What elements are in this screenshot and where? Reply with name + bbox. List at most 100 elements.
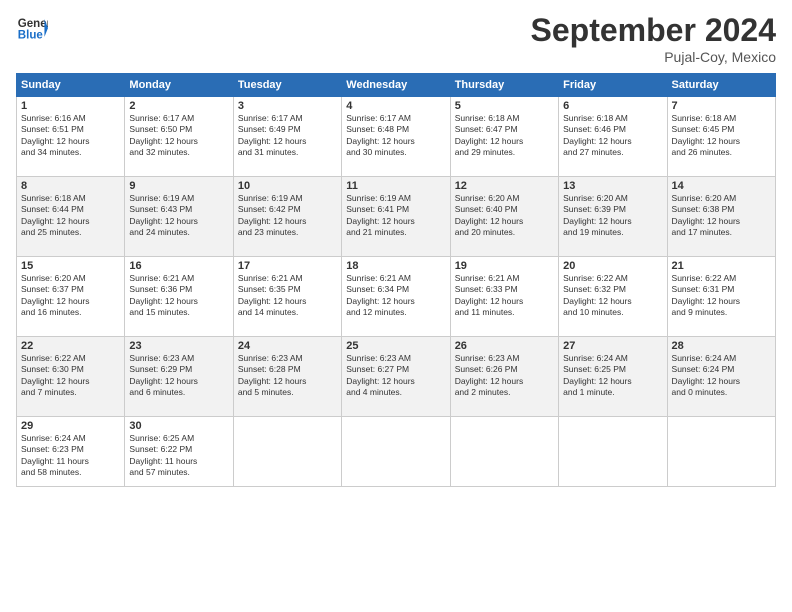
day-number: 26 [455,340,554,352]
day-number: 28 [672,340,771,352]
day-info: Sunrise: 6:21 AMSunset: 6:36 PMDaylight:… [129,273,228,319]
calendar-table: SundayMondayTuesdayWednesdayThursdayFrid… [16,73,776,487]
col-header-friday: Friday [559,74,667,97]
day-info: Sunrise: 6:18 AMSunset: 6:47 PMDaylight:… [455,113,554,159]
calendar-cell [342,417,450,487]
day-number: 15 [21,260,120,272]
calendar-page: General Blue September 2024 Pujal-Coy, M… [0,0,792,612]
day-number: 21 [672,260,771,272]
day-info: Sunrise: 6:22 AMSunset: 6:30 PMDaylight:… [21,353,120,399]
day-info: Sunrise: 6:20 AMSunset: 6:38 PMDaylight:… [672,193,771,239]
day-number: 12 [455,180,554,192]
day-info: Sunrise: 6:17 AMSunset: 6:48 PMDaylight:… [346,113,445,159]
day-info: Sunrise: 6:18 AMSunset: 6:44 PMDaylight:… [21,193,120,239]
day-number: 30 [129,420,228,432]
day-info: Sunrise: 6:25 AMSunset: 6:22 PMDaylight:… [129,433,228,479]
day-info: Sunrise: 6:23 AMSunset: 6:29 PMDaylight:… [129,353,228,399]
col-header-monday: Monday [125,74,233,97]
calendar-cell: 25Sunrise: 6:23 AMSunset: 6:27 PMDayligh… [342,337,450,417]
day-number: 29 [21,420,120,432]
calendar-cell: 11Sunrise: 6:19 AMSunset: 6:41 PMDayligh… [342,177,450,257]
day-info: Sunrise: 6:23 AMSunset: 6:28 PMDaylight:… [238,353,337,399]
day-info: Sunrise: 6:22 AMSunset: 6:31 PMDaylight:… [672,273,771,319]
calendar-cell: 3Sunrise: 6:17 AMSunset: 6:49 PMDaylight… [233,97,341,177]
calendar-cell: 7Sunrise: 6:18 AMSunset: 6:45 PMDaylight… [667,97,775,177]
day-number: 14 [672,180,771,192]
day-info: Sunrise: 6:23 AMSunset: 6:27 PMDaylight:… [346,353,445,399]
calendar-cell: 16Sunrise: 6:21 AMSunset: 6:36 PMDayligh… [125,257,233,337]
calendar-cell: 15Sunrise: 6:20 AMSunset: 6:37 PMDayligh… [17,257,125,337]
day-info: Sunrise: 6:21 AMSunset: 6:34 PMDaylight:… [346,273,445,319]
day-number: 22 [21,340,120,352]
day-number: 5 [455,100,554,112]
day-number: 23 [129,340,228,352]
day-number: 25 [346,340,445,352]
logo: General Blue [16,12,48,44]
logo-icon: General Blue [16,12,48,44]
day-number: 11 [346,180,445,192]
calendar-cell: 5Sunrise: 6:18 AMSunset: 6:47 PMDaylight… [450,97,558,177]
calendar-cell: 29Sunrise: 6:24 AMSunset: 6:23 PMDayligh… [17,417,125,487]
day-info: Sunrise: 6:20 AMSunset: 6:39 PMDaylight:… [563,193,662,239]
calendar-cell: 23Sunrise: 6:23 AMSunset: 6:29 PMDayligh… [125,337,233,417]
day-info: Sunrise: 6:19 AMSunset: 6:41 PMDaylight:… [346,193,445,239]
svg-text:Blue: Blue [18,30,44,42]
day-number: 7 [672,100,771,112]
col-header-tuesday: Tuesday [233,74,341,97]
day-info: Sunrise: 6:16 AMSunset: 6:51 PMDaylight:… [21,113,120,159]
day-number: 27 [563,340,662,352]
calendar-cell: 13Sunrise: 6:20 AMSunset: 6:39 PMDayligh… [559,177,667,257]
week-row-1: 1Sunrise: 6:16 AMSunset: 6:51 PMDaylight… [17,97,776,177]
day-info: Sunrise: 6:21 AMSunset: 6:35 PMDaylight:… [238,273,337,319]
calendar-cell: 30Sunrise: 6:25 AMSunset: 6:22 PMDayligh… [125,417,233,487]
calendar-cell: 20Sunrise: 6:22 AMSunset: 6:32 PMDayligh… [559,257,667,337]
day-info: Sunrise: 6:20 AMSunset: 6:40 PMDaylight:… [455,193,554,239]
day-number: 19 [455,260,554,272]
calendar-header-row: SundayMondayTuesdayWednesdayThursdayFrid… [17,74,776,97]
day-info: Sunrise: 6:21 AMSunset: 6:33 PMDaylight:… [455,273,554,319]
day-info: Sunrise: 6:18 AMSunset: 6:45 PMDaylight:… [672,113,771,159]
day-info: Sunrise: 6:19 AMSunset: 6:43 PMDaylight:… [129,193,228,239]
month-title: September 2024 [531,12,776,49]
day-number: 1 [21,100,120,112]
day-info: Sunrise: 6:20 AMSunset: 6:37 PMDaylight:… [21,273,120,319]
calendar-cell: 28Sunrise: 6:24 AMSunset: 6:24 PMDayligh… [667,337,775,417]
title-block: September 2024 Pujal-Coy, Mexico [531,12,776,65]
calendar-cell: 10Sunrise: 6:19 AMSunset: 6:42 PMDayligh… [233,177,341,257]
day-info: Sunrise: 6:17 AMSunset: 6:49 PMDaylight:… [238,113,337,159]
calendar-cell: 2Sunrise: 6:17 AMSunset: 6:50 PMDaylight… [125,97,233,177]
day-number: 8 [21,180,120,192]
day-number: 4 [346,100,445,112]
day-info: Sunrise: 6:23 AMSunset: 6:26 PMDaylight:… [455,353,554,399]
calendar-cell: 21Sunrise: 6:22 AMSunset: 6:31 PMDayligh… [667,257,775,337]
day-info: Sunrise: 6:22 AMSunset: 6:32 PMDaylight:… [563,273,662,319]
day-info: Sunrise: 6:18 AMSunset: 6:46 PMDaylight:… [563,113,662,159]
day-number: 16 [129,260,228,272]
day-number: 18 [346,260,445,272]
day-info: Sunrise: 6:17 AMSunset: 6:50 PMDaylight:… [129,113,228,159]
week-row-2: 8Sunrise: 6:18 AMSunset: 6:44 PMDaylight… [17,177,776,257]
col-header-wednesday: Wednesday [342,74,450,97]
calendar-cell [667,417,775,487]
day-number: 2 [129,100,228,112]
day-number: 24 [238,340,337,352]
calendar-cell: 4Sunrise: 6:17 AMSunset: 6:48 PMDaylight… [342,97,450,177]
calendar-cell: 19Sunrise: 6:21 AMSunset: 6:33 PMDayligh… [450,257,558,337]
calendar-cell: 14Sunrise: 6:20 AMSunset: 6:38 PMDayligh… [667,177,775,257]
day-info: Sunrise: 6:24 AMSunset: 6:23 PMDaylight:… [21,433,120,479]
calendar-cell: 27Sunrise: 6:24 AMSunset: 6:25 PMDayligh… [559,337,667,417]
header: General Blue September 2024 Pujal-Coy, M… [16,12,776,65]
day-number: 13 [563,180,662,192]
col-header-saturday: Saturday [667,74,775,97]
calendar-cell: 22Sunrise: 6:22 AMSunset: 6:30 PMDayligh… [17,337,125,417]
week-row-5: 29Sunrise: 6:24 AMSunset: 6:23 PMDayligh… [17,417,776,487]
day-number: 17 [238,260,337,272]
day-number: 20 [563,260,662,272]
calendar-cell: 6Sunrise: 6:18 AMSunset: 6:46 PMDaylight… [559,97,667,177]
calendar-cell: 9Sunrise: 6:19 AMSunset: 6:43 PMDaylight… [125,177,233,257]
calendar-cell: 12Sunrise: 6:20 AMSunset: 6:40 PMDayligh… [450,177,558,257]
col-header-thursday: Thursday [450,74,558,97]
calendar-cell [559,417,667,487]
calendar-cell: 26Sunrise: 6:23 AMSunset: 6:26 PMDayligh… [450,337,558,417]
calendar-cell [450,417,558,487]
